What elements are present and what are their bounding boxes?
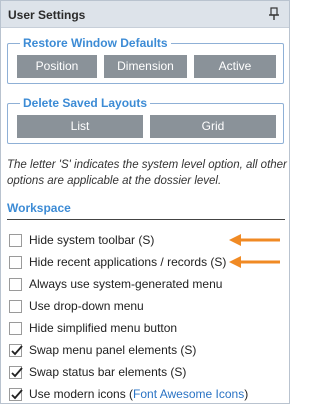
option-label-prefix: Use modern icons ( xyxy=(29,387,134,401)
checkmark-icon xyxy=(11,345,23,356)
option-label: Hide system toolbar (S) xyxy=(29,233,155,247)
option-label: Swap menu panel elements (S) xyxy=(29,343,197,357)
workspace-section-title: Workspace xyxy=(7,201,71,215)
delete-saved-layouts-legend: Delete Saved Layouts xyxy=(20,96,151,110)
option-label: Use modern icons (Font Awesome Icons) xyxy=(29,387,248,401)
checkbox[interactable] xyxy=(9,234,22,247)
section-divider xyxy=(7,219,285,220)
dimension-button[interactable]: Dimension xyxy=(104,55,187,78)
panel-title: User Settings xyxy=(8,8,86,22)
option-hide-simplified-menu-button[interactable]: Hide simplified menu button xyxy=(9,320,285,338)
panel-titlebar: User Settings xyxy=(1,1,289,28)
restore-window-defaults-legend: Restore Window Defaults xyxy=(20,36,171,50)
option-swap-menu-panel[interactable]: Swap menu panel elements (S) xyxy=(9,342,285,360)
option-label: Use drop-down menu xyxy=(29,299,144,313)
position-button[interactable]: Position xyxy=(17,55,97,78)
option-use-dropdown-menu[interactable]: Use drop-down menu xyxy=(9,298,285,316)
option-use-modern-icons[interactable]: Use modern icons (Font Awesome Icons) xyxy=(9,386,285,404)
checkbox[interactable] xyxy=(9,256,22,269)
delete-saved-layouts-group: Delete Saved Layouts List Grid xyxy=(7,96,284,144)
checkmark-icon xyxy=(11,389,23,400)
list-button[interactable]: List xyxy=(17,115,143,138)
pin-icon[interactable] xyxy=(267,7,281,21)
option-label-suffix: ) xyxy=(244,387,249,401)
grid-button[interactable]: Grid xyxy=(150,115,276,138)
restore-window-defaults-group: Restore Window Defaults Position Dimensi… xyxy=(7,36,284,84)
checkbox-checked[interactable] xyxy=(9,366,23,379)
arrow-annotation-icon xyxy=(229,234,280,246)
font-awesome-icons-link[interactable]: Font Awesome Icons xyxy=(133,387,244,401)
option-label: Hide simplified menu button xyxy=(29,321,178,335)
option-label: Hide recent applications / records (S) xyxy=(29,255,227,269)
checkbox[interactable] xyxy=(9,322,22,335)
checkmark-icon xyxy=(11,367,23,378)
user-settings-panel: User Settings Restore Window Defaults Po… xyxy=(0,0,290,404)
option-swap-status-bar[interactable]: Swap status bar elements (S) xyxy=(9,364,285,382)
scope-note: The letter 'S' indicates the system leve… xyxy=(7,159,287,187)
option-label: Swap status bar elements (S) xyxy=(29,365,187,379)
checkbox[interactable] xyxy=(9,300,22,313)
active-button[interactable]: Active xyxy=(194,55,276,78)
checkbox-checked[interactable] xyxy=(9,388,23,401)
option-label: Always use system-generated menu xyxy=(29,277,223,291)
checkbox-checked[interactable] xyxy=(9,344,23,357)
arrow-annotation-icon xyxy=(229,256,280,268)
checkbox[interactable] xyxy=(9,278,22,291)
option-always-system-menu[interactable]: Always use system-generated menu xyxy=(9,276,285,294)
